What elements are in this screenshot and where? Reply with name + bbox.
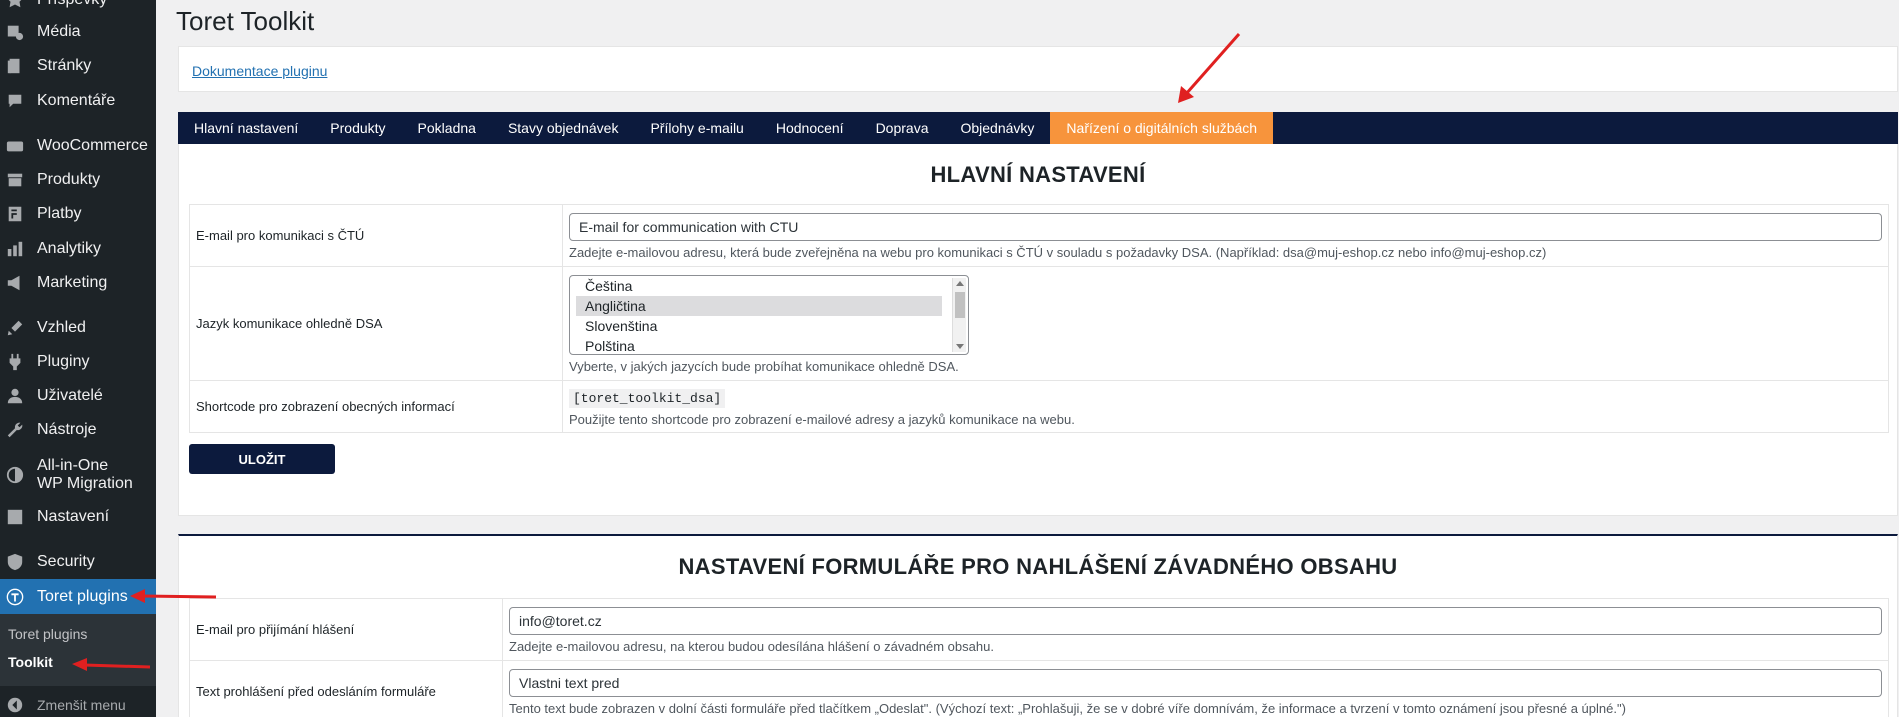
annotation-arrows [72, 33, 1241, 671]
annotation-arrow-toret-plugins [130, 589, 217, 603]
annotation-arrow-tab [1178, 33, 1241, 103]
annotation-arrow-toolkit [72, 658, 151, 671]
